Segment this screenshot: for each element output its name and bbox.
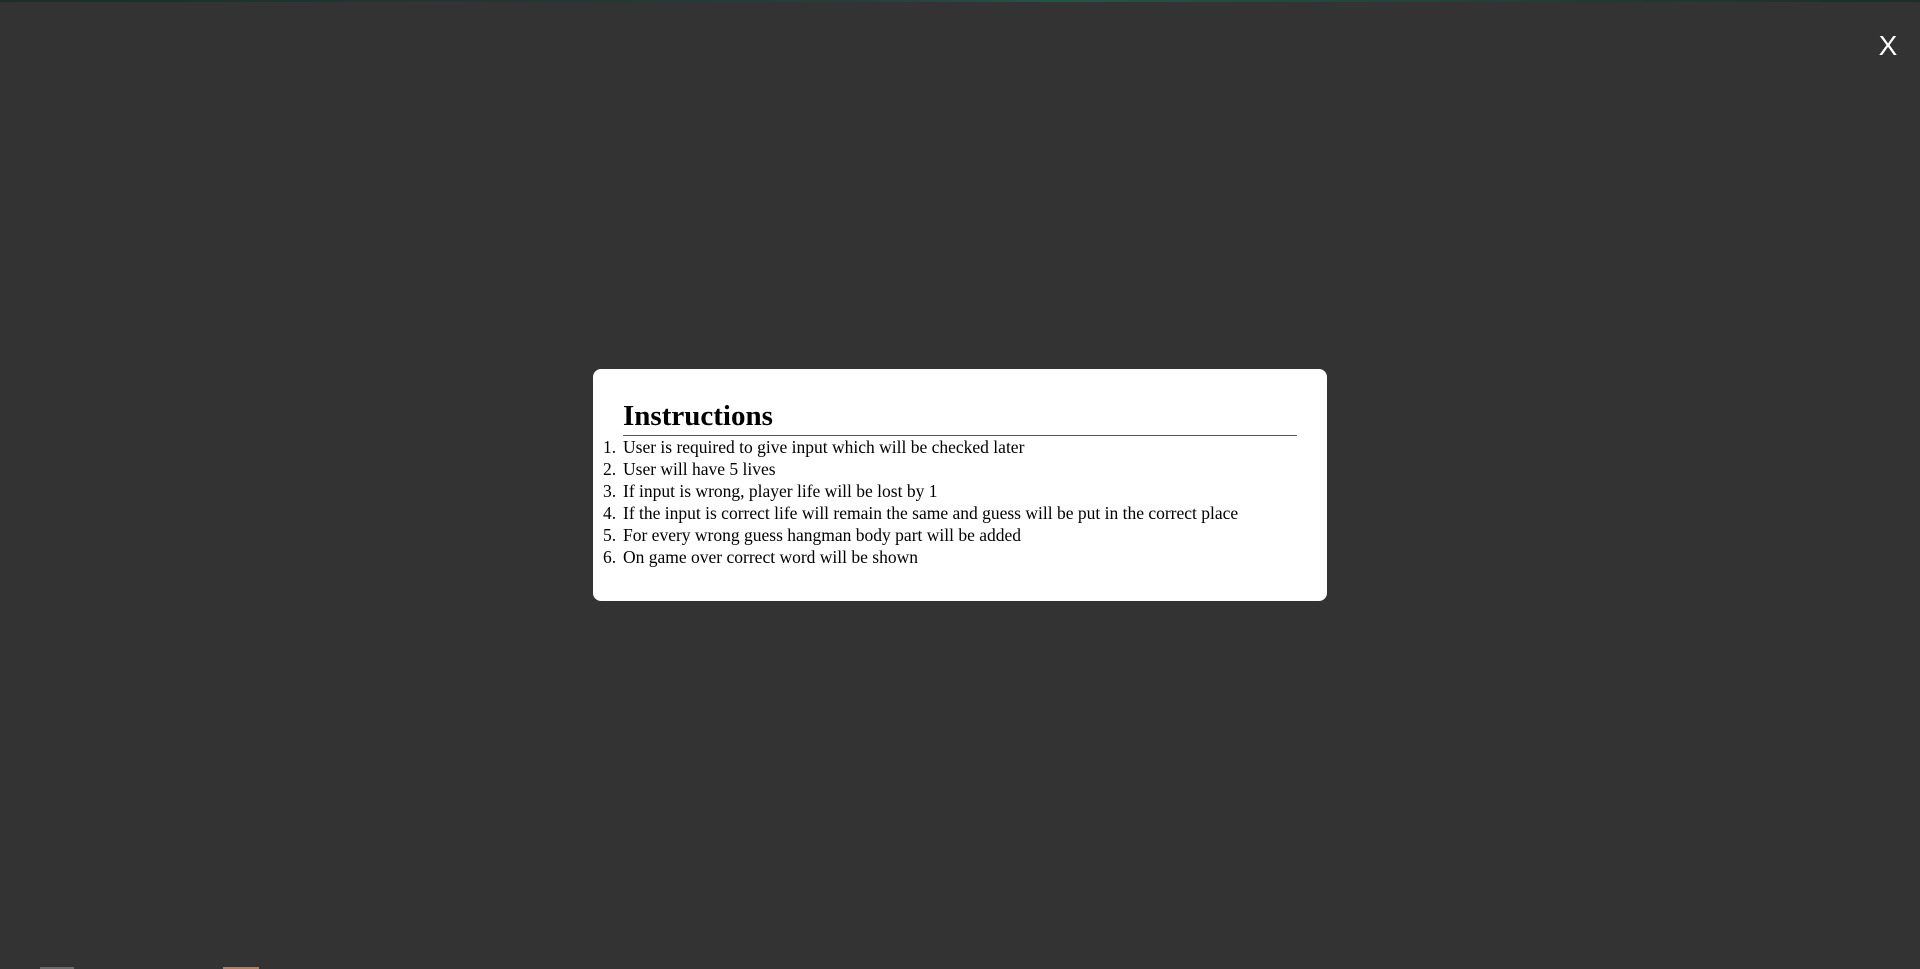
instruction-number: 3. [603, 481, 617, 501]
instruction-number: 6. [603, 547, 617, 567]
instruction-number: 1. [603, 437, 617, 457]
instruction-text: If input is wrong, player life will be l… [623, 481, 938, 501]
instruction-text: For every wrong guess hangman body part … [623, 525, 1022, 545]
instruction-item: 1. User is required to give input which … [603, 436, 1297, 458]
instruction-item: 2. User will have 5 lives [603, 458, 1297, 480]
instruction-number: 2. [603, 459, 617, 479]
instruction-number: 4. [603, 503, 617, 523]
instruction-text: On game over correct word will be shown [623, 547, 918, 567]
instruction-item: 6. On game over correct word will be sho… [603, 546, 1297, 568]
close-button[interactable]: X [1874, 28, 1902, 64]
modal-overlay[interactable]: X Instructions 1. User is required to gi… [0, 0, 1920, 969]
instruction-item: 4. If the input is correct life will rem… [603, 502, 1297, 524]
instruction-item: 3. If input is wrong, player life will b… [603, 480, 1297, 502]
instructions-modal: Instructions 1. User is required to give… [593, 369, 1327, 601]
instruction-text: User is required to give input which wil… [623, 437, 1025, 457]
modal-title: Instructions [623, 399, 1297, 436]
instruction-text: User will have 5 lives [623, 459, 776, 479]
instruction-number: 5. [603, 525, 617, 545]
instruction-text: If the input is correct life will remain… [623, 503, 1239, 523]
instruction-item: 5. For every wrong guess hangman body pa… [603, 524, 1297, 546]
instruction-list: 1. User is required to give input which … [603, 436, 1297, 568]
background-page-edge [0, 0, 1920, 2]
